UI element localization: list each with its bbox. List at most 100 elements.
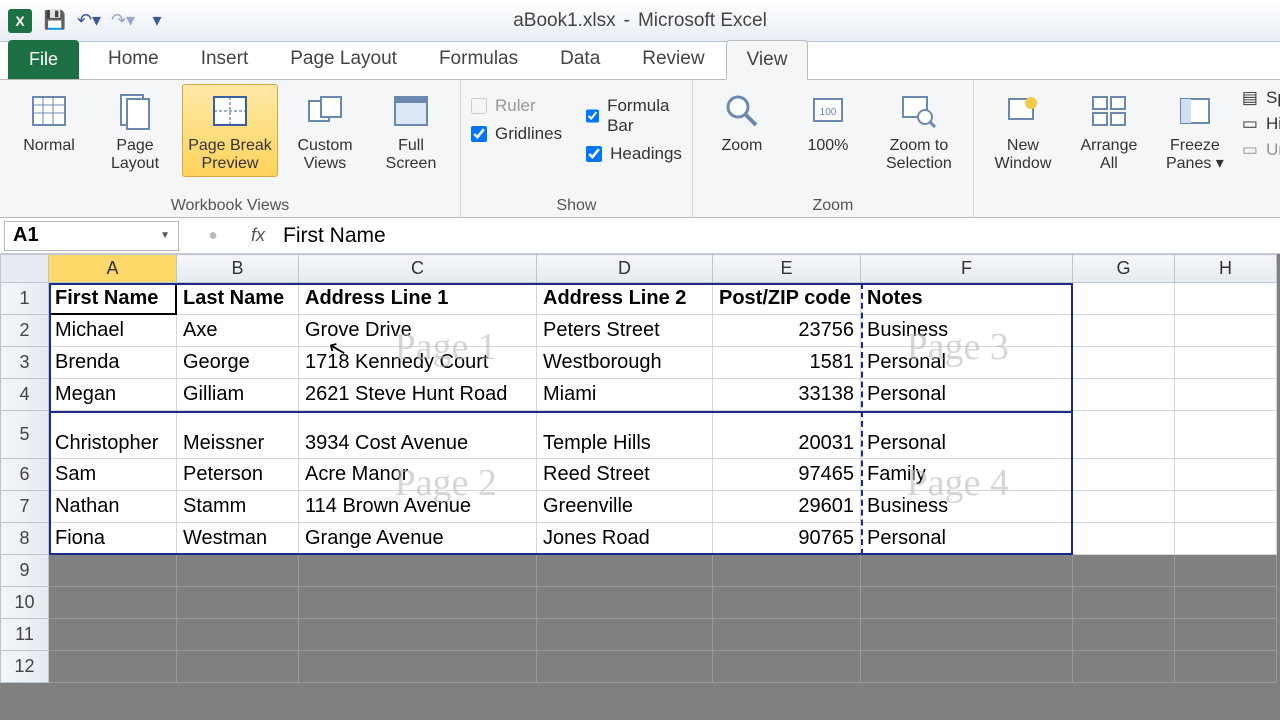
- save-icon[interactable]: 💾: [44, 10, 66, 32]
- row-header-1[interactable]: 1: [1, 283, 49, 315]
- cell-C4[interactable]: 2621 Steve Hunt Road: [299, 379, 537, 411]
- cell-H7[interactable]: [1175, 491, 1277, 523]
- cell-E10[interactable]: [713, 587, 861, 619]
- cell-H10[interactable]: [1175, 587, 1277, 619]
- cell-D10[interactable]: [537, 587, 713, 619]
- cell-H6[interactable]: [1175, 459, 1277, 491]
- worksheet-area[interactable]: ABCDEFGH1First NameLast NameAddress Line…: [0, 254, 1280, 720]
- sheet-grid[interactable]: ABCDEFGH1First NameLast NameAddress Line…: [0, 254, 1277, 683]
- zoom-selection-button[interactable]: Zoom to Selection: [875, 84, 963, 177]
- cell-B1[interactable]: Last Name: [177, 283, 299, 315]
- freeze-panes-button[interactable]: Freeze Panes ▾: [1156, 84, 1234, 177]
- cell-B7[interactable]: Stamm: [177, 491, 299, 523]
- cell-G8[interactable]: [1073, 523, 1175, 555]
- cell-F9[interactable]: [861, 555, 1073, 587]
- zoom-button[interactable]: Zoom: [703, 84, 781, 160]
- cell-F4[interactable]: Personal: [861, 379, 1073, 411]
- cell-G1[interactable]: [1073, 283, 1175, 315]
- cell-D12[interactable]: [537, 651, 713, 683]
- hide-button[interactable]: ▭Hide: [1242, 114, 1280, 134]
- cell-F12[interactable]: [861, 651, 1073, 683]
- cell-G11[interactable]: [1073, 619, 1175, 651]
- cell-C7[interactable]: 114 Brown Avenue: [299, 491, 537, 523]
- cell-B2[interactable]: Axe: [177, 315, 299, 347]
- cell-C1[interactable]: Address Line 1: [299, 283, 537, 315]
- tab-review[interactable]: Review: [621, 39, 725, 79]
- cell-E3[interactable]: 1581: [713, 347, 861, 379]
- cell-C9[interactable]: [299, 555, 537, 587]
- cell-H1[interactable]: [1175, 283, 1277, 315]
- row-header-5[interactable]: 5: [1, 411, 49, 459]
- page-break-preview-button[interactable]: Page Break Preview: [182, 84, 278, 177]
- cell-A9[interactable]: [49, 555, 177, 587]
- cell-C12[interactable]: [299, 651, 537, 683]
- cell-A2[interactable]: Michael: [49, 315, 177, 347]
- col-header-A[interactable]: A: [49, 255, 177, 283]
- cell-B10[interactable]: [177, 587, 299, 619]
- row-header-8[interactable]: 8: [1, 523, 49, 555]
- cell-G9[interactable]: [1073, 555, 1175, 587]
- cell-A12[interactable]: [49, 651, 177, 683]
- cell-H12[interactable]: [1175, 651, 1277, 683]
- cell-C10[interactable]: [299, 587, 537, 619]
- split-button[interactable]: ▤Split: [1242, 88, 1280, 108]
- cell-C3[interactable]: 1718 Kennedy Court: [299, 347, 537, 379]
- cell-H3[interactable]: [1175, 347, 1277, 379]
- cell-E11[interactable]: [713, 619, 861, 651]
- custom-views-button[interactable]: Custom Views: [286, 84, 364, 177]
- row-header-6[interactable]: 6: [1, 459, 49, 491]
- cell-D5[interactable]: Temple Hills: [537, 411, 713, 459]
- cell-F6[interactable]: Family: [861, 459, 1073, 491]
- cell-C5[interactable]: 3934 Cost Avenue: [299, 411, 537, 459]
- tab-formulas[interactable]: Formulas: [418, 39, 539, 79]
- arrange-all-button[interactable]: Arrange All: [1070, 84, 1148, 177]
- cell-E1[interactable]: Post/ZIP code: [713, 283, 861, 315]
- normal-view-button[interactable]: Normal: [10, 84, 88, 160]
- cell-G4[interactable]: [1073, 379, 1175, 411]
- row-header-2[interactable]: 2: [1, 315, 49, 347]
- cell-G5[interactable]: [1073, 411, 1175, 459]
- cell-F1[interactable]: Notes: [861, 283, 1073, 315]
- cell-A3[interactable]: Brenda: [49, 347, 177, 379]
- cell-E8[interactable]: 90765: [713, 523, 861, 555]
- cell-G3[interactable]: [1073, 347, 1175, 379]
- cell-B5[interactable]: Meissner: [177, 411, 299, 459]
- cell-H2[interactable]: [1175, 315, 1277, 347]
- cell-H5[interactable]: [1175, 411, 1277, 459]
- gridlines-checkbox[interactable]: Gridlines: [471, 124, 562, 144]
- row-header-7[interactable]: 7: [1, 491, 49, 523]
- cell-E7[interactable]: 29601: [713, 491, 861, 523]
- cell-C6[interactable]: Acre Manor: [299, 459, 537, 491]
- cell-A7[interactable]: Nathan: [49, 491, 177, 523]
- cell-B3[interactable]: George: [177, 347, 299, 379]
- tab-home[interactable]: Home: [87, 39, 180, 79]
- cell-D4[interactable]: Miami: [537, 379, 713, 411]
- name-box[interactable]: A1 ▼: [4, 221, 179, 251]
- cell-G10[interactable]: [1073, 587, 1175, 619]
- tab-insert[interactable]: Insert: [180, 39, 270, 79]
- zoom-100-button[interactable]: 100 100%: [789, 84, 867, 160]
- cell-D3[interactable]: Westborough: [537, 347, 713, 379]
- col-header-F[interactable]: F: [861, 255, 1073, 283]
- col-header-H[interactable]: H: [1175, 255, 1277, 283]
- new-window-button[interactable]: New Window: [984, 84, 1062, 177]
- cell-F10[interactable]: [861, 587, 1073, 619]
- tab-view[interactable]: View: [726, 40, 809, 80]
- cell-F8[interactable]: Personal: [861, 523, 1073, 555]
- cell-D1[interactable]: Address Line 2: [537, 283, 713, 315]
- cell-F3[interactable]: Personal: [861, 347, 1073, 379]
- cell-D8[interactable]: Jones Road: [537, 523, 713, 555]
- row-header-4[interactable]: 4: [1, 379, 49, 411]
- cell-E12[interactable]: [713, 651, 861, 683]
- redo-icon[interactable]: ↷▾: [112, 10, 134, 32]
- cell-H8[interactable]: [1175, 523, 1277, 555]
- cell-C8[interactable]: Grange Avenue: [299, 523, 537, 555]
- cell-F7[interactable]: Business: [861, 491, 1073, 523]
- cell-D7[interactable]: Greenville: [537, 491, 713, 523]
- cell-H4[interactable]: [1175, 379, 1277, 411]
- undo-icon[interactable]: ↶▾: [78, 10, 100, 32]
- cell-B4[interactable]: Gilliam: [177, 379, 299, 411]
- cell-B9[interactable]: [177, 555, 299, 587]
- cell-A6[interactable]: Sam: [49, 459, 177, 491]
- ruler-checkbox[interactable]: Ruler: [471, 96, 562, 116]
